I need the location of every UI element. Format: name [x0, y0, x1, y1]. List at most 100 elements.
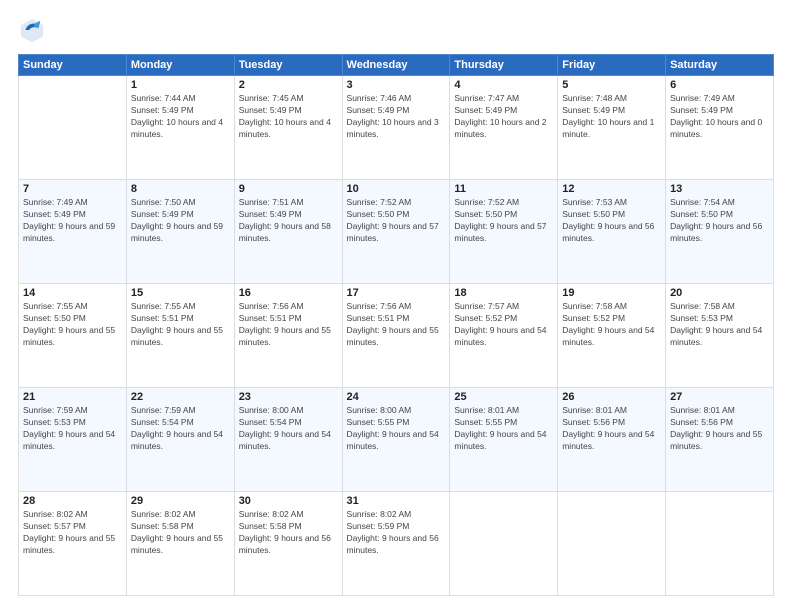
calendar-cell: 21 Sunrise: 7:59 AMSunset: 5:53 PMDayligh… [19, 388, 127, 492]
day-detail: Sunrise: 7:59 AMSunset: 5:54 PMDaylight:… [131, 405, 230, 453]
calendar-cell: 28 Sunrise: 8:02 AMSunset: 5:57 PMDayligh… [19, 492, 127, 596]
calendar-week-0: 1Sunrise: 7:44 AMSunset: 5:49 PMDaylight… [19, 76, 774, 180]
day-number: 23 [239, 391, 338, 403]
day-detail: Sunrise: 7:47 AMSunset: 5:49 PMDaylight:… [454, 93, 553, 141]
calendar-cell: 24 Sunrise: 8:00 AMSunset: 5:55 PMDayligh… [342, 388, 450, 492]
calendar-cell: 17 Sunrise: 7:56 AMSunset: 5:51 PMDayligh… [342, 284, 450, 388]
calendar-cell [19, 76, 127, 180]
day-number: 10 [347, 183, 446, 195]
day-number: 29 [131, 495, 230, 507]
header [18, 16, 774, 44]
day-number: 26 [562, 391, 661, 403]
day-number: 16 [239, 287, 338, 299]
day-detail: Sunrise: 7:52 AMSunset: 5:50 PMDaylight:… [347, 197, 446, 245]
calendar-week-4: 28 Sunrise: 8:02 AMSunset: 5:57 PMDayligh… [19, 492, 774, 596]
calendar-weekday-tuesday: Tuesday [234, 55, 342, 76]
day-detail: Sunrise: 8:02 AMSunset: 5:59 PMDaylight:… [347, 509, 446, 557]
calendar-week-1: 7 Sunrise: 7:49 AMSunset: 5:49 PMDaylight… [19, 180, 774, 284]
calendar-cell: 27 Sunrise: 8:01 AMSunset: 5:56 PMDayligh… [666, 388, 774, 492]
calendar-cell: 13 Sunrise: 7:54 AMSunset: 5:50 PMDayligh… [666, 180, 774, 284]
logo-icon [18, 16, 46, 44]
day-detail: Sunrise: 7:57 AMSunset: 5:52 PMDaylight:… [454, 301, 553, 349]
day-number: 17 [347, 287, 446, 299]
calendar-cell: 8 Sunrise: 7:50 AMSunset: 5:49 PMDaylight… [126, 180, 234, 284]
day-detail: Sunrise: 8:02 AMSunset: 5:58 PMDaylight:… [131, 509, 230, 557]
calendar-cell: 10 Sunrise: 7:52 AMSunset: 5:50 PMDayligh… [342, 180, 450, 284]
day-detail: Sunrise: 7:51 AMSunset: 5:49 PMDaylight:… [239, 197, 338, 245]
day-detail: Sunrise: 8:01 AMSunset: 5:56 PMDaylight:… [562, 405, 661, 453]
day-number: 7 [23, 183, 122, 195]
day-number: 30 [239, 495, 338, 507]
calendar-cell [450, 492, 558, 596]
day-number: 24 [347, 391, 446, 403]
day-number: 9 [239, 183, 338, 195]
day-detail: Sunrise: 7:44 AMSunset: 5:49 PMDaylight:… [131, 93, 230, 141]
page: SundayMondayTuesdayWednesdayThursdayFrid… [0, 0, 792, 612]
day-number: 13 [670, 183, 769, 195]
calendar-cell: 19 Sunrise: 7:58 AMSunset: 5:52 PMDayligh… [558, 284, 666, 388]
day-number: 19 [562, 287, 661, 299]
day-detail: Sunrise: 7:54 AMSunset: 5:50 PMDaylight:… [670, 197, 769, 245]
calendar-cell: 15 Sunrise: 7:55 AMSunset: 5:51 PMDayligh… [126, 284, 234, 388]
day-detail: Sunrise: 7:56 AMSunset: 5:51 PMDaylight:… [239, 301, 338, 349]
calendar-cell: 20Sunrise: 7:58 AMSunset: 5:53 PMDayligh… [666, 284, 774, 388]
day-number: 12 [562, 183, 661, 195]
calendar-cell: 16 Sunrise: 7:56 AMSunset: 5:51 PMDayligh… [234, 284, 342, 388]
day-number: 21 [23, 391, 122, 403]
calendar-cell: 25Sunrise: 8:01 AMSunset: 5:55 PMDayligh… [450, 388, 558, 492]
calendar-cell: 6Sunrise: 7:49 AMSunset: 5:49 PMDaylight… [666, 76, 774, 180]
calendar-weekday-saturday: Saturday [666, 55, 774, 76]
calendar-cell: 18 Sunrise: 7:57 AMSunset: 5:52 PMDayligh… [450, 284, 558, 388]
day-number: 31 [347, 495, 446, 507]
day-detail: Sunrise: 7:50 AMSunset: 5:49 PMDaylight:… [131, 197, 230, 245]
day-number: 4 [454, 79, 553, 91]
day-detail: Sunrise: 7:49 AMSunset: 5:49 PMDaylight:… [670, 93, 769, 141]
day-number: 5 [562, 79, 661, 91]
calendar-cell [558, 492, 666, 596]
day-detail: Sunrise: 7:49 AMSunset: 5:49 PMDaylight:… [23, 197, 122, 245]
day-detail: Sunrise: 7:56 AMSunset: 5:51 PMDaylight:… [347, 301, 446, 349]
day-detail: Sunrise: 7:59 AMSunset: 5:53 PMDaylight:… [23, 405, 122, 453]
day-detail: Sunrise: 7:58 AMSunset: 5:52 PMDaylight:… [562, 301, 661, 349]
day-detail: Sunrise: 7:55 AMSunset: 5:50 PMDaylight:… [23, 301, 122, 349]
calendar-cell: 2Sunrise: 7:45 AMSunset: 5:49 PMDaylight… [234, 76, 342, 180]
day-number: 27 [670, 391, 769, 403]
calendar-cell: 30Sunrise: 8:02 AMSunset: 5:58 PMDayligh… [234, 492, 342, 596]
calendar-weekday-thursday: Thursday [450, 55, 558, 76]
day-number: 14 [23, 287, 122, 299]
day-detail: Sunrise: 7:52 AMSunset: 5:50 PMDaylight:… [454, 197, 553, 245]
calendar-cell: 5 Sunrise: 7:48 AMSunset: 5:49 PMDaylight… [558, 76, 666, 180]
calendar-cell: 31 Sunrise: 8:02 AMSunset: 5:59 PMDayligh… [342, 492, 450, 596]
day-detail: Sunrise: 7:48 AMSunset: 5:49 PMDaylight:… [562, 93, 661, 141]
calendar-weekday-wednesday: Wednesday [342, 55, 450, 76]
calendar-week-2: 14 Sunrise: 7:55 AMSunset: 5:50 PMDayligh… [19, 284, 774, 388]
day-number: 8 [131, 183, 230, 195]
day-detail: Sunrise: 7:46 AMSunset: 5:49 PMDaylight:… [347, 93, 446, 141]
day-detail: Sunrise: 8:02 AMSunset: 5:57 PMDaylight:… [23, 509, 122, 557]
calendar-table: SundayMondayTuesdayWednesdayThursdayFrid… [18, 54, 774, 596]
day-detail: Sunrise: 8:01 AMSunset: 5:56 PMDaylight:… [670, 405, 769, 453]
calendar-header-row: SundayMondayTuesdayWednesdayThursdayFrid… [19, 55, 774, 76]
calendar-cell: 26 Sunrise: 8:01 AMSunset: 5:56 PMDayligh… [558, 388, 666, 492]
calendar-cell: 1Sunrise: 7:44 AMSunset: 5:49 PMDaylight… [126, 76, 234, 180]
calendar-cell: 11Sunrise: 7:52 AMSunset: 5:50 PMDayligh… [450, 180, 558, 284]
calendar-cell: 23Sunrise: 8:00 AMSunset: 5:54 PMDayligh… [234, 388, 342, 492]
calendar-cell: 14 Sunrise: 7:55 AMSunset: 5:50 PMDayligh… [19, 284, 127, 388]
day-number: 2 [239, 79, 338, 91]
day-detail: Sunrise: 8:00 AMSunset: 5:55 PMDaylight:… [347, 405, 446, 453]
day-detail: Sunrise: 7:58 AMSunset: 5:53 PMDaylight:… [670, 301, 769, 349]
logo [18, 16, 50, 44]
day-number: 15 [131, 287, 230, 299]
calendar-cell: 7 Sunrise: 7:49 AMSunset: 5:49 PMDaylight… [19, 180, 127, 284]
day-number: 3 [347, 79, 446, 91]
calendar-cell: 4 Sunrise: 7:47 AMSunset: 5:49 PMDaylight… [450, 76, 558, 180]
calendar-cell [666, 492, 774, 596]
calendar-weekday-friday: Friday [558, 55, 666, 76]
calendar-weekday-sunday: Sunday [19, 55, 127, 76]
day-number: 18 [454, 287, 553, 299]
day-detail: Sunrise: 7:55 AMSunset: 5:51 PMDaylight:… [131, 301, 230, 349]
day-number: 22 [131, 391, 230, 403]
calendar-cell: 29 Sunrise: 8:02 AMSunset: 5:58 PMDayligh… [126, 492, 234, 596]
calendar-cell: 22 Sunrise: 7:59 AMSunset: 5:54 PMDayligh… [126, 388, 234, 492]
day-number: 28 [23, 495, 122, 507]
